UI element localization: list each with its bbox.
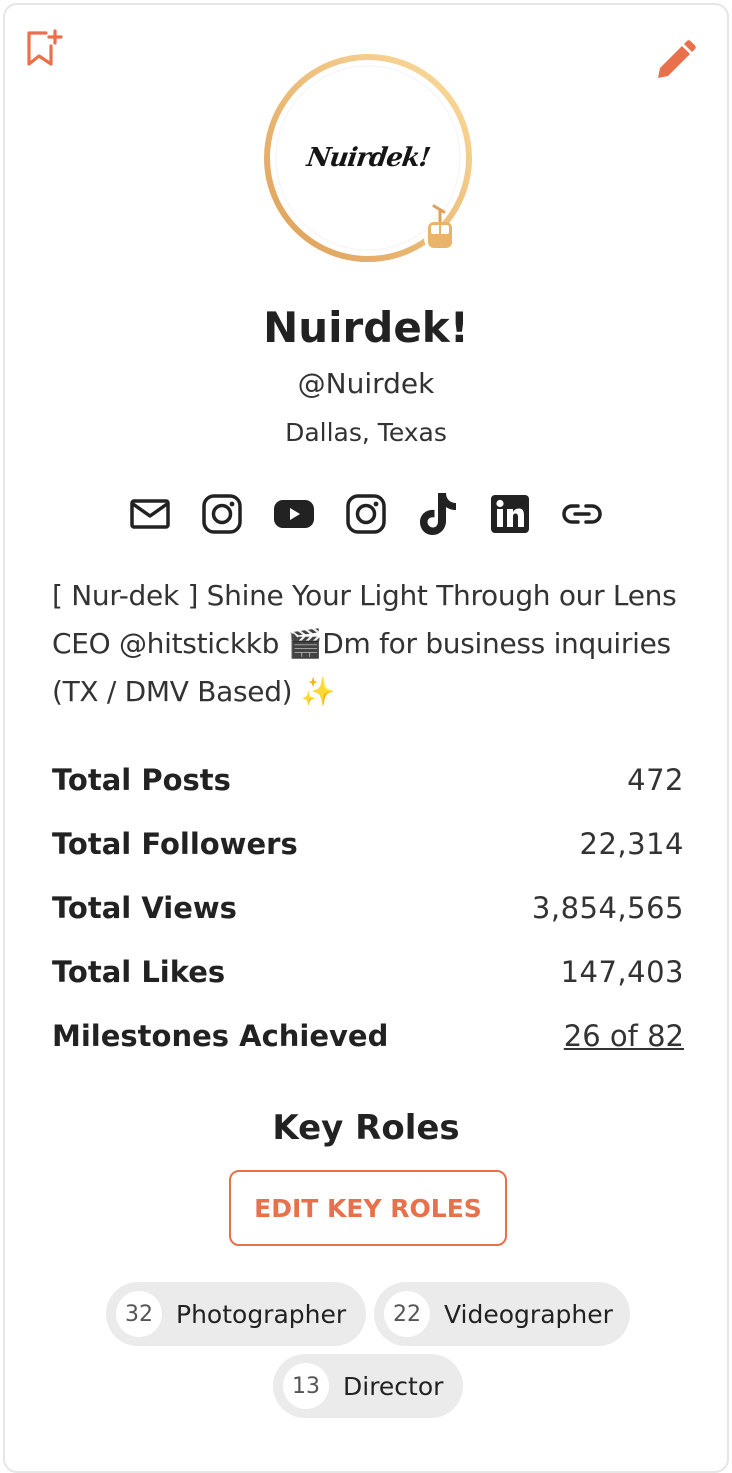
cable-car-icon bbox=[422, 204, 458, 256]
stat-label: Total Views bbox=[52, 891, 237, 925]
role-chip-videographer[interactable]: 22 Videographer bbox=[374, 1282, 630, 1346]
stat-value: 22,314 bbox=[579, 827, 684, 861]
stat-label: Milestones Achieved bbox=[52, 1019, 389, 1053]
profile-handle: @Nuirdek bbox=[297, 367, 435, 400]
milestones-link[interactable]: 26 of 82 bbox=[564, 1019, 684, 1053]
role-count: 13 bbox=[283, 1363, 329, 1409]
youtube-icon[interactable] bbox=[274, 490, 314, 538]
role-label: Videographer bbox=[444, 1299, 613, 1329]
instagram-icon[interactable] bbox=[346, 490, 386, 538]
bookmark-add-icon[interactable] bbox=[24, 28, 64, 68]
stat-row-likes: Total Likes 147,403 bbox=[52, 940, 684, 1004]
stat-label: Total Likes bbox=[52, 955, 226, 989]
stat-row-milestones: Milestones Achieved 26 of 82 bbox=[52, 1004, 684, 1068]
stat-row-posts: Total Posts 472 bbox=[52, 748, 684, 812]
stat-row-views: Total Views 3,854,565 bbox=[52, 876, 684, 940]
role-label: Photographer bbox=[176, 1299, 347, 1329]
profile-name: Nuirdek! bbox=[263, 303, 469, 352]
avatar[interactable]: Nuirdek! bbox=[262, 52, 474, 264]
profile-bio: [ Nur-dek ] Shine Your Light Through our… bbox=[52, 579, 677, 708]
role-chip-photographer[interactable]: 32 Photographer bbox=[106, 1282, 366, 1346]
role-count: 22 bbox=[384, 1291, 430, 1337]
stat-label: Total Followers bbox=[52, 827, 298, 861]
edit-key-roles-button[interactable]: EDIT KEY ROLES bbox=[229, 1170, 507, 1246]
social-links bbox=[0, 490, 732, 538]
stats-list: Total Posts 472 Total Followers 22,314 T… bbox=[52, 748, 684, 1068]
role-chip-director[interactable]: 13 Director bbox=[273, 1354, 463, 1418]
linkedin-icon[interactable] bbox=[490, 490, 530, 538]
profile-location: Dallas, Texas bbox=[285, 418, 447, 447]
mail-icon[interactable] bbox=[130, 490, 170, 538]
stat-value: 3,854,565 bbox=[531, 891, 684, 925]
stat-row-followers: Total Followers 22,314 bbox=[52, 812, 684, 876]
tiktok-icon[interactable] bbox=[418, 490, 458, 538]
role-count: 32 bbox=[116, 1291, 162, 1337]
stat-value: 147,403 bbox=[560, 955, 684, 989]
link-icon[interactable] bbox=[562, 490, 602, 538]
key-roles-title: Key Roles bbox=[272, 1108, 460, 1148]
pencil-icon[interactable] bbox=[652, 38, 698, 84]
instagram-icon[interactable] bbox=[202, 490, 242, 538]
role-label: Director bbox=[343, 1371, 444, 1401]
stat-label: Total Posts bbox=[52, 763, 231, 797]
stat-value: 472 bbox=[627, 763, 684, 797]
